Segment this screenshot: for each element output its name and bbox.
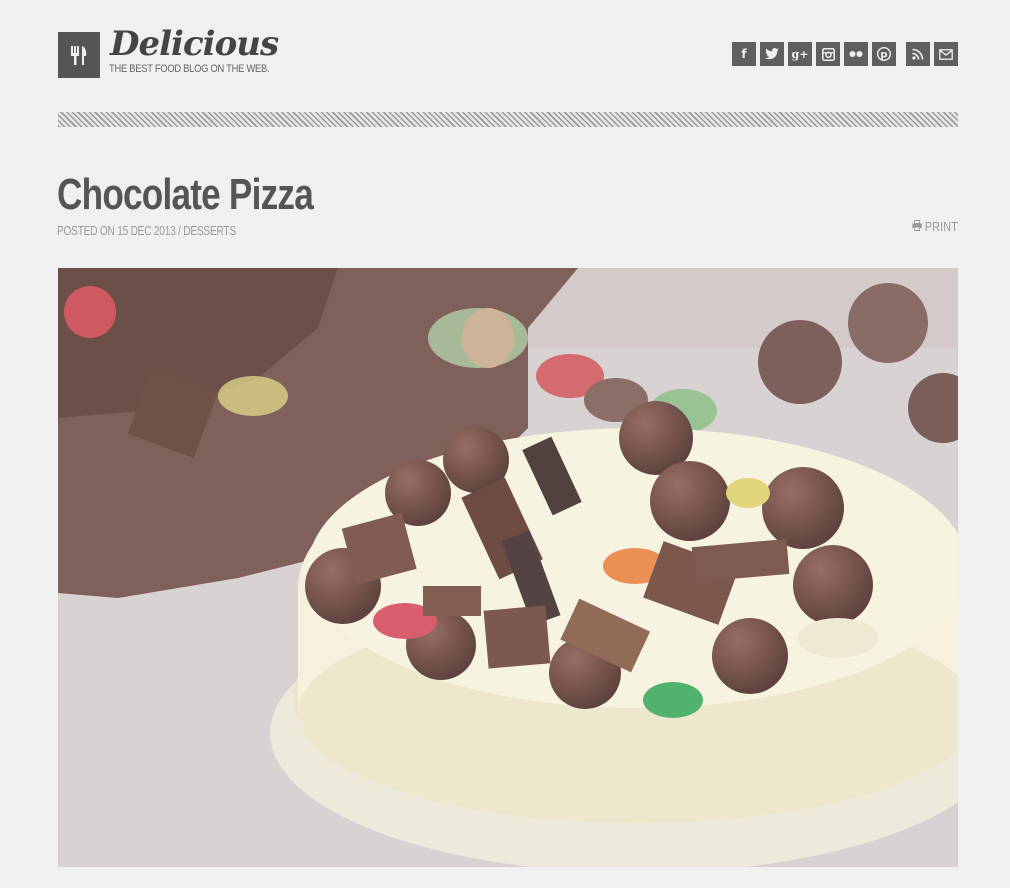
twitter-icon[interactable] — [760, 42, 784, 66]
email-icon[interactable] — [934, 42, 958, 66]
header-divider — [58, 112, 958, 127]
post-meta: POSTED ON 15 DEC 2013 / DESSERTS — [57, 223, 236, 238]
print-label: PRINT — [924, 219, 958, 234]
post-category-link[interactable]: DESSERTS — [183, 223, 236, 238]
instagram-icon[interactable] — [816, 42, 840, 66]
post-title: Chocolate Pizza — [57, 170, 314, 219]
printer-icon — [912, 219, 922, 234]
logo-icon[interactable] — [58, 32, 100, 78]
post-featured-image — [58, 268, 958, 867]
social-links: f g+ p — [732, 42, 962, 66]
chocolate-pizza-photo — [58, 268, 958, 867]
pinterest-icon[interactable]: p — [872, 42, 896, 66]
print-link[interactable]: PRINT — [912, 219, 958, 234]
flickr-icon[interactable] — [844, 42, 868, 66]
post-date: POSTED ON 15 DEC 2013 / — [57, 223, 181, 238]
fork-knife-icon — [71, 46, 87, 65]
site-title[interactable]: Delicious — [110, 24, 279, 64]
facebook-icon[interactable]: f — [732, 42, 756, 66]
rss-icon[interactable] — [906, 42, 930, 66]
site-tagline: THE BEST FOOD BLOG ON THE WEB. — [109, 63, 270, 75]
googleplus-icon[interactable]: g+ — [788, 42, 812, 66]
svg-text:p: p — [880, 50, 887, 61]
